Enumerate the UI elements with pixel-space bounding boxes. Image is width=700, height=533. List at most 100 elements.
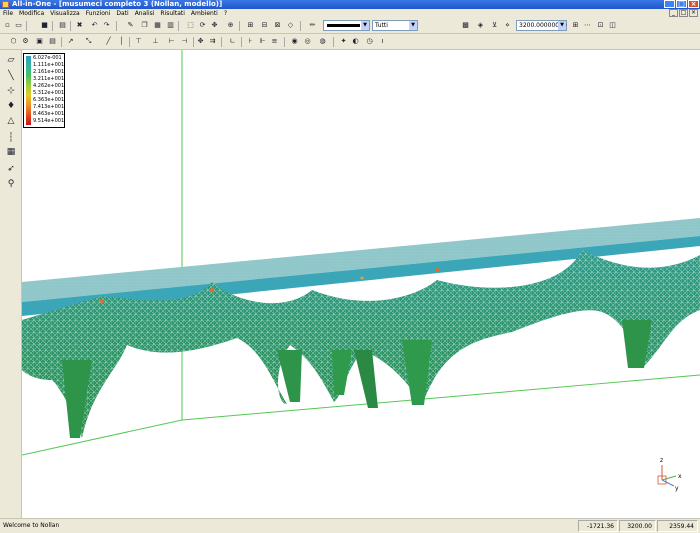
menu-risultati[interactable]: Risultati [157, 9, 187, 18]
stress-hotspot [100, 299, 104, 303]
axes-icon[interactable]: ↗ [66, 37, 75, 46]
triangle-icon[interactable]: △ [5, 115, 17, 127]
node-line-icon[interactable]: │ [117, 37, 126, 46]
status-coord-z: 2359.44 [657, 520, 698, 532]
main-toolbar: ▫ ▭ ■ ▤ ✖ ↶ ↷ ✎ ❐ ▦ ▥ ⬚ ⟳ ✥ ⊕ ⊞ ⊟ ⊠ ◇ ✏ … [0, 18, 700, 34]
step-icon[interactable]: ı [378, 37, 387, 46]
legend-value: 8.463e+001 [33, 111, 65, 117]
light-icon[interactable]: ✦ [339, 37, 348, 46]
snap-grid-icon[interactable]: ⊞ [571, 21, 580, 30]
move-icon[interactable]: ✥ [196, 37, 205, 46]
xyz-icon[interactable]: ⊹ [5, 85, 17, 97]
snap-plane-icon[interactable]: ◫ [608, 21, 617, 30]
settings-icon[interactable]: ⚙ [21, 37, 30, 46]
menu-analisi[interactable]: Analisi [132, 9, 158, 18]
menu-file[interactable]: File [0, 9, 16, 18]
camera-icon[interactable]: ◐ [351, 37, 360, 46]
axis-z-label: z [660, 457, 663, 464]
separator [26, 21, 27, 31]
redo-icon[interactable]: ↷ [102, 21, 111, 30]
model-viewport[interactable]: z y x 6.027e-001 1.111e+001 2.161e+001 3… [22, 50, 700, 518]
open-folder-icon[interactable]: ▭ [14, 21, 23, 30]
menu-ambienti[interactable]: Ambienti [188, 9, 221, 18]
magnifier-icon[interactable]: ⚲ [5, 178, 17, 190]
clock-icon[interactable]: ◷ [365, 37, 374, 46]
menu-funzioni[interactable]: Funzioni [83, 9, 114, 18]
menu-modifica[interactable]: Modifica [16, 9, 47, 18]
cube-icon[interactable]: ⬡ [9, 37, 18, 46]
beam-icon[interactable]: ⊤ [134, 37, 143, 46]
line-tool-icon[interactable]: ╲ [5, 70, 17, 82]
delete-icon[interactable]: ✖ [75, 21, 84, 30]
save-icon[interactable]: ■ [40, 21, 49, 30]
pencil-icon[interactable]: ✏ [308, 21, 317, 30]
snap-line-icon[interactable]: ⊡ [596, 21, 605, 30]
separator [52, 21, 53, 31]
separator [300, 21, 301, 31]
filter-combo[interactable]: Tutti ▼ [372, 20, 418, 31]
grid-icon[interactable]: ▥ [166, 21, 175, 30]
pointer-icon[interactable]: ➶ [5, 163, 17, 175]
maximize-button[interactable]: □ [676, 0, 687, 8]
axis-y-line [661, 479, 675, 487]
new-file-icon[interactable]: ▫ [3, 21, 12, 30]
chevron-down-icon: ▼ [558, 21, 566, 30]
node-icon[interactable]: ⋄ [503, 21, 512, 30]
select-icon[interactable]: ⬚ [186, 21, 195, 30]
mdi-close-button[interactable]: × [689, 9, 698, 17]
paste-icon[interactable]: ▦ [153, 21, 162, 30]
axis-x-label: x [678, 473, 682, 480]
properties-icon[interactable]: ✎ [126, 21, 135, 30]
window-controls: _ □ × [664, 0, 699, 8]
view-side-icon[interactable]: ⊟ [260, 21, 269, 30]
layout-icon[interactable]: ▣ [35, 37, 44, 46]
view-iso-icon[interactable]: ◇ [286, 21, 295, 30]
mdi-restore-button[interactable]: □ [679, 9, 688, 17]
measure-icon[interactable]: ⊦ [246, 37, 255, 46]
undo-icon[interactable]: ↶ [90, 21, 99, 30]
minimize-button[interactable]: _ [664, 0, 675, 8]
menu-help[interactable]: ? [221, 9, 230, 18]
line-icon[interactable]: ╱ [104, 37, 113, 46]
plane-icon[interactable]: ▱ [5, 54, 17, 66]
dashed-line-icon[interactable]: ┆ [5, 132, 17, 144]
menu-dati[interactable]: Dati [113, 9, 131, 18]
menu-bar: File Modifica Visualizza Funzioni Dati Analis… [0, 9, 700, 18]
separator [193, 37, 194, 47]
mdi-minimize-button[interactable]: _ [669, 9, 678, 17]
section-icon[interactable]: ⊩ [258, 37, 267, 46]
pan-icon[interactable]: ✥ [210, 21, 219, 30]
load-icon[interactable]: ◈ [476, 21, 485, 30]
beam-join-icon[interactable]: ⊢ [167, 37, 176, 46]
copy-icon[interactable]: ❐ [140, 21, 149, 30]
wireframe-icon[interactable]: ◎ [303, 37, 312, 46]
line-color-combo[interactable]: ▼ [323, 20, 370, 31]
value-combo[interactable]: 3200.00000000 ▼ [516, 20, 567, 31]
brush-icon[interactable]: ♦ [5, 100, 17, 112]
grid-tool-icon[interactable]: ▦ [5, 146, 17, 158]
level-icon[interactable]: ≡ [270, 37, 279, 46]
mesh-icon[interactable]: ▩ [461, 21, 470, 30]
close-button[interactable]: × [688, 0, 699, 8]
menu-visualizza[interactable]: Visualizza [47, 9, 83, 18]
left-toolbar: ▱ ╲ ⊹ ♦ △ ┆ ▦ ➶ ⚲ [0, 50, 22, 518]
constraint-icon[interactable]: ⊻ [490, 21, 499, 30]
beam-split-icon[interactable]: ⊥ [151, 37, 160, 46]
render-icon[interactable]: ◉ [290, 37, 299, 46]
bbox-line [22, 419, 183, 456]
table-icon[interactable]: ▤ [48, 37, 57, 46]
separator [241, 37, 242, 47]
arrows-icon[interactable]: ⤡ [84, 37, 93, 46]
dimension-icon[interactable]: ∟ [228, 37, 237, 46]
shade-icon[interactable]: ◍ [318, 37, 327, 46]
zoom-icon[interactable]: ⊕ [226, 21, 235, 30]
legend-value: 6.363e+001 [33, 97, 65, 103]
view-top-icon[interactable]: ⊠ [273, 21, 282, 30]
status-coord-y: 3200.00 [619, 520, 656, 532]
beam-align-icon[interactable]: ⊣ [180, 37, 189, 46]
rotate-icon[interactable]: ⟳ [198, 21, 207, 30]
print-icon[interactable]: ▤ [58, 21, 67, 30]
copy-move-icon[interactable]: ⇉ [208, 37, 217, 46]
view-front-icon[interactable]: ⊞ [246, 21, 255, 30]
snap-point-icon[interactable]: ⋯ [583, 21, 592, 30]
